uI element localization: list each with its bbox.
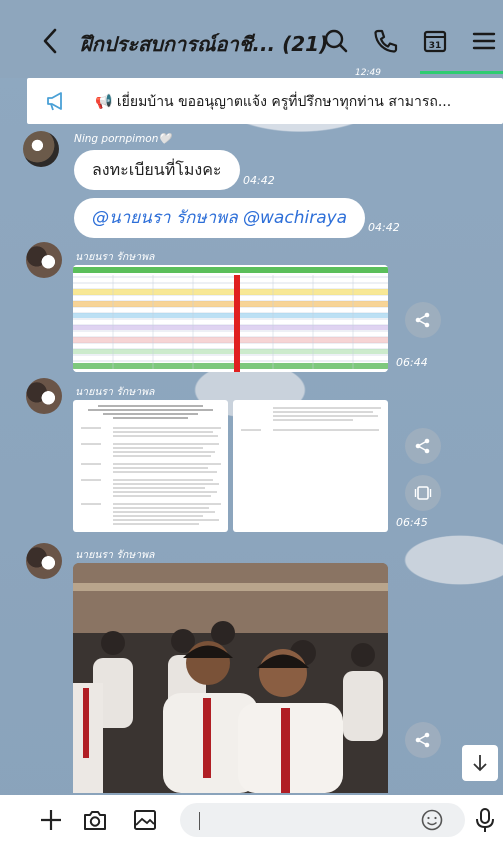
avatar[interactable] (23, 131, 59, 167)
spreadsheet-image[interactable] (73, 265, 388, 372)
chat-header: ฝึกประสบการณ์อาชี... (21) 31 12:49 (0, 0, 503, 78)
message-time: 04:42 (368, 221, 400, 234)
keep-icon[interactable] (405, 475, 441, 511)
avatar[interactable] (26, 378, 62, 414)
sender-name: นายนรา รักษาพล (75, 251, 155, 263)
menu-icon[interactable] (470, 27, 498, 55)
sender-name: นายนรา รักษาพล (75, 386, 155, 398)
calendar-icon[interactable]: 31 (421, 27, 449, 55)
text-caret (199, 812, 200, 830)
announcement-text: 📢 เยี่ยมบ้าน ขออนุญาตแจ้ง ครูที่ปรึกษาทุ… (95, 94, 452, 110)
scroll-down-button[interactable] (462, 745, 498, 781)
document-page-2[interactable] (233, 400, 388, 532)
camera-icon[interactable] (82, 807, 108, 833)
announcement-banner[interactable]: 📢 เยี่ยมบ้าน ขออนุญาตแจ้ง ครูที่ปรึกษาทุ… (27, 78, 503, 124)
share-icon[interactable] (405, 302, 441, 338)
mention-bubble[interactable]: @นายนรา รักษาพล @wachiraya (74, 198, 366, 238)
sender-name: Ning pornpimon🤍 (74, 133, 172, 145)
search-icon[interactable] (322, 27, 350, 55)
plus-icon[interactable] (38, 807, 64, 833)
chevron-left-icon[interactable] (40, 26, 66, 56)
sender-name: นายนรา รักษาพล (75, 549, 155, 561)
image-icon[interactable] (132, 807, 158, 833)
share-icon[interactable] (405, 428, 441, 464)
share-icon[interactable] (405, 722, 441, 758)
phone-icon[interactable] (372, 27, 400, 55)
calendar-day: 31 (429, 41, 442, 51)
accent-bar (420, 71, 503, 74)
header-time-hint: 12:49 (355, 68, 381, 78)
message-time: 04:42 (243, 174, 275, 187)
avatar[interactable] (26, 543, 62, 579)
avatar[interactable] (26, 242, 62, 278)
group-photo[interactable] (73, 563, 388, 793)
megaphone-icon (45, 90, 69, 112)
mic-icon[interactable] (474, 807, 500, 833)
document-page-1[interactable] (73, 400, 228, 532)
message-time: 06:45 (396, 516, 428, 529)
arrow-down-icon (473, 755, 487, 772)
emoji-icon[interactable] (420, 808, 446, 834)
message-input-bar (0, 795, 503, 845)
chat-title[interactable]: ฝึกประสบการณ์อาชี... (21) (80, 28, 328, 60)
message-time: 06:44 (396, 356, 428, 369)
message-bubble[interactable]: ลงทะเบียนที่โมงคะ (74, 150, 240, 190)
